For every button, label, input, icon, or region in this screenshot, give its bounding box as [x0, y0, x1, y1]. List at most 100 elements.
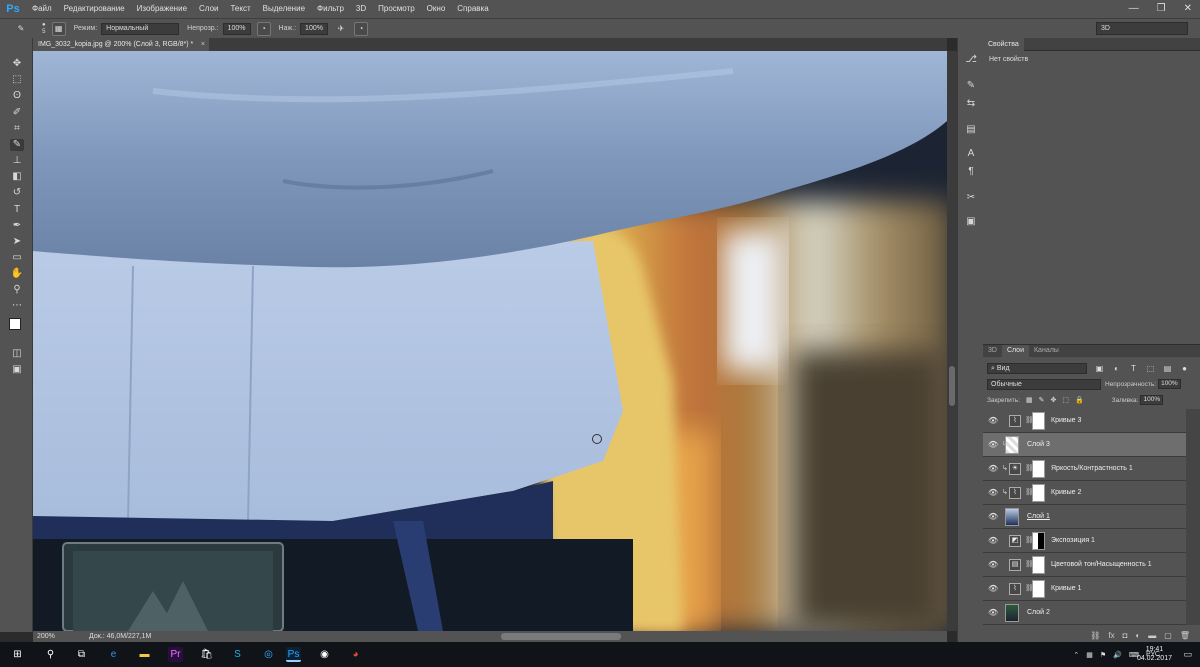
- properties-tab[interactable]: Свойства: [983, 38, 1024, 51]
- canvas-vertical-scrollbar[interactable]: [947, 51, 957, 631]
- pressure-opacity-icon[interactable]: ◔: [256, 21, 271, 36]
- layer-thumbnail[interactable]: [1005, 436, 1019, 454]
- filter-type-icon[interactable]: T: [1129, 364, 1138, 373]
- lock-all-icon[interactable]: 🔒: [1075, 396, 1084, 404]
- clone-stamp-tool-icon[interactable]: ⊥: [10, 155, 24, 167]
- menu-type[interactable]: Текст: [224, 0, 256, 18]
- screen-mode-icon[interactable]: ▣: [10, 364, 24, 376]
- layer-opacity-field[interactable]: 100%: [1158, 379, 1181, 389]
- file-explorer-icon[interactable]: ▬: [137, 647, 152, 662]
- quick-select-tool-icon[interactable]: ✐: [10, 107, 24, 119]
- visibility-eye-icon[interactable]: 👁: [988, 464, 998, 474]
- layer-mask-thumbnail[interactable]: [1032, 580, 1045, 598]
- edge-browser-icon[interactable]: e: [106, 647, 121, 662]
- layer-thumbnail[interactable]: [1005, 508, 1019, 526]
- filter-smart-icon[interactable]: ▤: [1163, 364, 1172, 373]
- brush-size-picker[interactable]: ● 5: [42, 22, 46, 36]
- crop-tool-icon[interactable]: ⌗: [10, 123, 24, 135]
- mode-select[interactable]: Нормальный: [101, 22, 180, 35]
- tray-app-icon[interactable]: ⚑: [1100, 651, 1106, 659]
- tab-layers[interactable]: Слои: [1001, 345, 1029, 357]
- layer-row[interactable]: 👁 ↳ ☀ ⛓ Яркость/Контрастность 1: [983, 457, 1186, 481]
- menu-layers[interactable]: Слои: [193, 0, 224, 18]
- path-select-tool-icon[interactable]: ➤: [10, 236, 24, 248]
- blend-mode-select[interactable]: Обычные: [987, 378, 1101, 390]
- hand-tool-icon[interactable]: ✋: [10, 268, 24, 280]
- zoom-tool-icon[interactable]: ⚲: [10, 284, 24, 296]
- layer-row[interactable]: 👁 Слой 1: [983, 505, 1186, 529]
- visibility-eye-icon[interactable]: 👁: [988, 608, 998, 618]
- zoom-level[interactable]: 200%: [37, 631, 55, 642]
- filter-adjustment-icon[interactable]: ◐: [1112, 364, 1121, 373]
- brush-preset-icon[interactable]: ✎: [14, 22, 28, 36]
- lock-position-icon[interactable]: ✥: [1050, 396, 1056, 404]
- visibility-eye-icon[interactable]: 👁: [988, 440, 998, 450]
- tab-3d[interactable]: 3D: [983, 345, 1002, 357]
- visibility-eye-icon[interactable]: 👁: [988, 584, 998, 594]
- layer-row[interactable]: 👁 Слой 2: [983, 601, 1186, 625]
- horizontal-scroll-thumb[interactable]: [501, 633, 621, 640]
- volume-icon[interactable]: 🔊: [1113, 651, 1122, 659]
- layers-scrollbar[interactable]: [1186, 409, 1200, 625]
- lasso-tool-icon[interactable]: ʘ: [10, 90, 24, 102]
- photoshop-taskbar-icon[interactable]: Ps: [286, 647, 301, 662]
- layer-row-selected[interactable]: 👁 ↳ Слой 3: [983, 433, 1186, 457]
- layer-row[interactable]: 👁 ▤ ⛓ Цветовой тон/Насыщенность 1: [983, 553, 1186, 577]
- layer-row[interactable]: 👁 ⌇ ⛓ Кривые 3: [983, 409, 1186, 433]
- marquee-tool-icon[interactable]: ⬚: [10, 74, 24, 86]
- layer-row[interactable]: 👁 ⌇ ⛓ Кривые 1: [983, 577, 1186, 601]
- close-button[interactable]: ✕: [1184, 0, 1192, 18]
- start-menu-icon[interactable]: ⊞: [10, 647, 25, 662]
- brush-panel-toggle-icon[interactable]: ▦: [51, 21, 66, 36]
- vertical-scroll-thumb[interactable]: [949, 366, 955, 406]
- visibility-eye-icon[interactable]: 👁: [988, 536, 998, 546]
- add-mask-icon[interactable]: ◘: [1123, 631, 1128, 640]
- flow-field[interactable]: 100%: [300, 22, 328, 35]
- restore-button[interactable]: ❐: [1157, 0, 1166, 18]
- brush-settings-icon[interactable]: ✎: [965, 80, 977, 92]
- link-layers-icon[interactable]: ⛓: [1090, 631, 1100, 640]
- fill-field[interactable]: 100%: [1140, 395, 1164, 405]
- skype-icon[interactable]: S: [230, 647, 245, 662]
- tab-close-icon[interactable]: ×: [201, 38, 205, 51]
- visibility-eye-icon[interactable]: 👁: [988, 488, 998, 498]
- pressure-size-icon[interactable]: ◔: [353, 21, 368, 36]
- document-canvas[interactable]: [33, 51, 947, 631]
- menu-image[interactable]: Изображение: [131, 0, 193, 18]
- visibility-eye-icon[interactable]: 👁: [988, 416, 998, 426]
- filter-shape-icon[interactable]: ⬚: [1146, 364, 1155, 373]
- menu-edit[interactable]: Редактирование: [58, 0, 131, 18]
- airbrush-icon[interactable]: ✈: [334, 22, 348, 36]
- delete-layer-icon[interactable]: 🗑: [1180, 631, 1190, 640]
- lock-pixels-icon[interactable]: ✎: [1039, 396, 1045, 404]
- eraser-tool-icon[interactable]: ◧: [10, 171, 24, 183]
- workspace-select[interactable]: 3D: [1096, 22, 1188, 35]
- layer-style-icon[interactable]: fx: [1108, 631, 1114, 640]
- obs-icon[interactable]: ◉: [317, 647, 332, 662]
- layer-filter-select[interactable]: ⌕ Вид: [987, 362, 1087, 374]
- lock-artboard-icon[interactable]: ⬚: [1062, 396, 1069, 404]
- tab-channels[interactable]: Каналы: [1029, 345, 1064, 357]
- pen-tool-icon[interactable]: ✒: [10, 220, 24, 232]
- layer-mask-thumbnail[interactable]: [1032, 412, 1045, 430]
- shape-tool-icon[interactable]: ▭: [10, 252, 24, 264]
- lock-transparent-icon[interactable]: ▦: [1026, 396, 1033, 404]
- new-adjustment-icon[interactable]: ◐: [1135, 631, 1140, 640]
- store-icon[interactable]: 🛍: [199, 647, 214, 662]
- more-tools-icon[interactable]: ⋯: [10, 300, 24, 312]
- new-group-icon[interactable]: ▬: [1148, 631, 1156, 640]
- quick-mask-icon[interactable]: ◫: [10, 348, 24, 360]
- premiere-icon[interactable]: Pr: [168, 647, 183, 662]
- foreground-color-swatch[interactable]: [9, 318, 21, 330]
- visibility-eye-icon[interactable]: 👁: [988, 560, 998, 570]
- app-icon[interactable]: ◎: [261, 647, 276, 662]
- task-view-icon[interactable]: ⧉: [74, 647, 89, 662]
- layer-row[interactable]: 👁 ◩ ⛓ Экспозиция 1: [983, 529, 1186, 553]
- filter-toggle-icon[interactable]: ●: [1180, 364, 1189, 373]
- layer-row[interactable]: 👁 ↳ ⌇ ⛓ Кривые 2: [983, 481, 1186, 505]
- chrome-icon[interactable]: ◕: [348, 647, 363, 662]
- visibility-eye-icon[interactable]: 👁: [988, 512, 998, 522]
- filter-pixel-icon[interactable]: ▣: [1095, 364, 1104, 373]
- layer-mask-thumbnail[interactable]: [1032, 556, 1045, 574]
- search-icon[interactable]: ⚲: [43, 647, 58, 662]
